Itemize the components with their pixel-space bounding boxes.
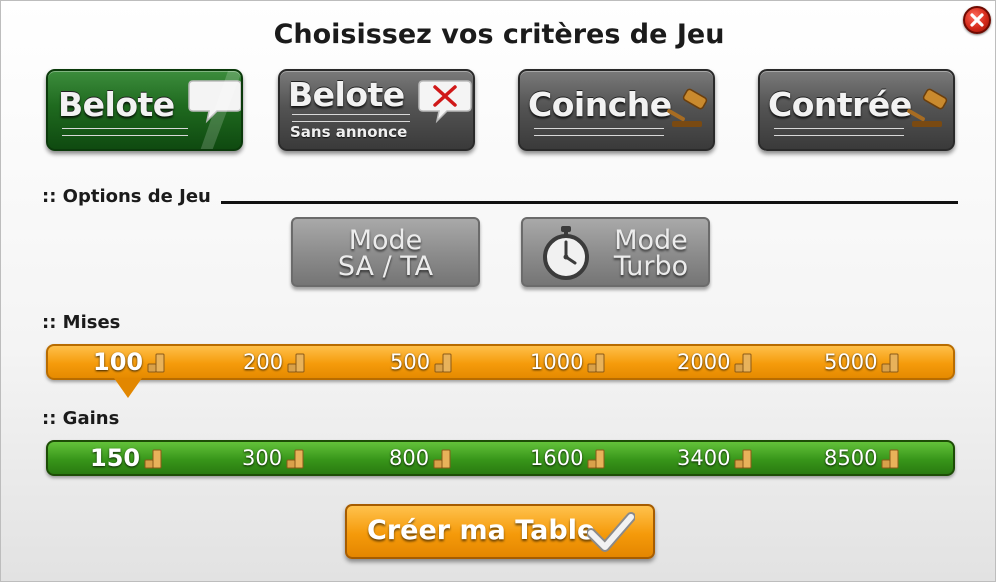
- coin-stack-icon: [434, 353, 452, 373]
- gains-section-label: :: Gains: [42, 408, 120, 429]
- mode-button-coinche[interactable]: Coinche: [518, 69, 715, 151]
- coin-stack-icon: [734, 353, 752, 373]
- mises-option-2000[interactable]: 2000: [677, 344, 752, 380]
- mode-label: Coinche: [528, 85, 672, 124]
- mises-section-label: :: Mises: [42, 312, 121, 333]
- options-section-label: :: Options de Jeu: [42, 186, 211, 207]
- mises-value: 5000: [824, 350, 878, 374]
- coin-stack-icon: [286, 449, 304, 469]
- coin-stack-icon: [287, 353, 305, 373]
- mode-label: Belote: [288, 75, 405, 114]
- mode-turbo-line2: Turbo: [613, 251, 689, 282]
- mises-value: 200: [243, 350, 284, 374]
- gains-value: 800: [389, 446, 430, 470]
- mises-value: 1000: [530, 350, 584, 374]
- stopwatch-icon: [543, 226, 589, 280]
- coin-stack-icon: [587, 449, 605, 469]
- coin-stack-icon: [433, 449, 451, 469]
- mode-sa-ta-button[interactable]: Mode SA / TA: [291, 217, 480, 287]
- mises-value: 2000: [677, 350, 731, 374]
- mode-button-belote-sans-annonce[interactable]: Belote Sans annonce: [278, 69, 475, 151]
- mises-option-200[interactable]: 200: [243, 344, 305, 380]
- mises-option-100[interactable]: 100: [93, 344, 165, 380]
- checkmark-icon: [587, 512, 635, 552]
- gains-option-800[interactable]: 800: [389, 440, 451, 476]
- mises-selected-pointer: [114, 378, 142, 398]
- gains-value: 300: [242, 446, 283, 470]
- gains-option-300[interactable]: 300: [242, 440, 304, 476]
- game-criteria-dialog: Choisissez vos critères de Jeu Belote Be…: [0, 0, 996, 582]
- mises-option-1000[interactable]: 1000: [530, 344, 605, 380]
- mises-value: 100: [93, 348, 144, 376]
- gavel-icon: [667, 88, 708, 127]
- mises-bar: [46, 344, 955, 380]
- coin-stack-icon: [144, 449, 162, 469]
- options-divider: [221, 201, 958, 204]
- gains-value: 3400: [677, 446, 731, 470]
- gains-value: 8500: [824, 446, 878, 470]
- gains-bar: [46, 440, 955, 476]
- gains-value: 1600: [530, 446, 584, 470]
- coin-stack-icon: [881, 449, 899, 469]
- mises-value: 500: [390, 350, 431, 374]
- selected-shine-icon: [200, 71, 241, 149]
- mode-sublabel: Sans annonce: [290, 123, 408, 141]
- coin-stack-icon: [147, 353, 165, 373]
- mode-turbo-button[interactable]: Mode Turbo: [521, 217, 710, 287]
- gavel-icon: [907, 88, 948, 127]
- mode-sa-ta-line2: SA / TA: [337, 251, 434, 282]
- gains-value: 150: [90, 444, 141, 472]
- mode-label: Contrée: [768, 85, 912, 124]
- flourish-divider: [62, 128, 188, 136]
- mises-option-500[interactable]: 500: [390, 344, 452, 380]
- flourish-divider: [292, 114, 410, 122]
- mode-button-belote[interactable]: Belote: [46, 69, 243, 151]
- mode-label: Belote: [58, 85, 175, 124]
- mises-option-5000[interactable]: 5000: [824, 344, 899, 380]
- coin-stack-icon: [881, 353, 899, 373]
- gains-option-1600[interactable]: 1600: [530, 440, 605, 476]
- flourish-divider: [534, 128, 664, 136]
- create-table-label: Créer ma Table: [367, 515, 596, 546]
- gains-option-8500[interactable]: 8500: [824, 440, 899, 476]
- coin-stack-icon: [734, 449, 752, 469]
- gains-option-3400[interactable]: 3400: [677, 440, 752, 476]
- speech-bubble-x-icon: [418, 80, 472, 124]
- dialog-title: Choisissez vos critères de Jeu: [273, 19, 725, 50]
- flourish-divider: [774, 128, 904, 136]
- mode-button-contree[interactable]: Contrée: [758, 69, 955, 151]
- coin-stack-icon: [587, 353, 605, 373]
- gains-option-150[interactable]: 150: [90, 440, 162, 476]
- create-table-button[interactable]: Créer ma Table: [345, 504, 655, 559]
